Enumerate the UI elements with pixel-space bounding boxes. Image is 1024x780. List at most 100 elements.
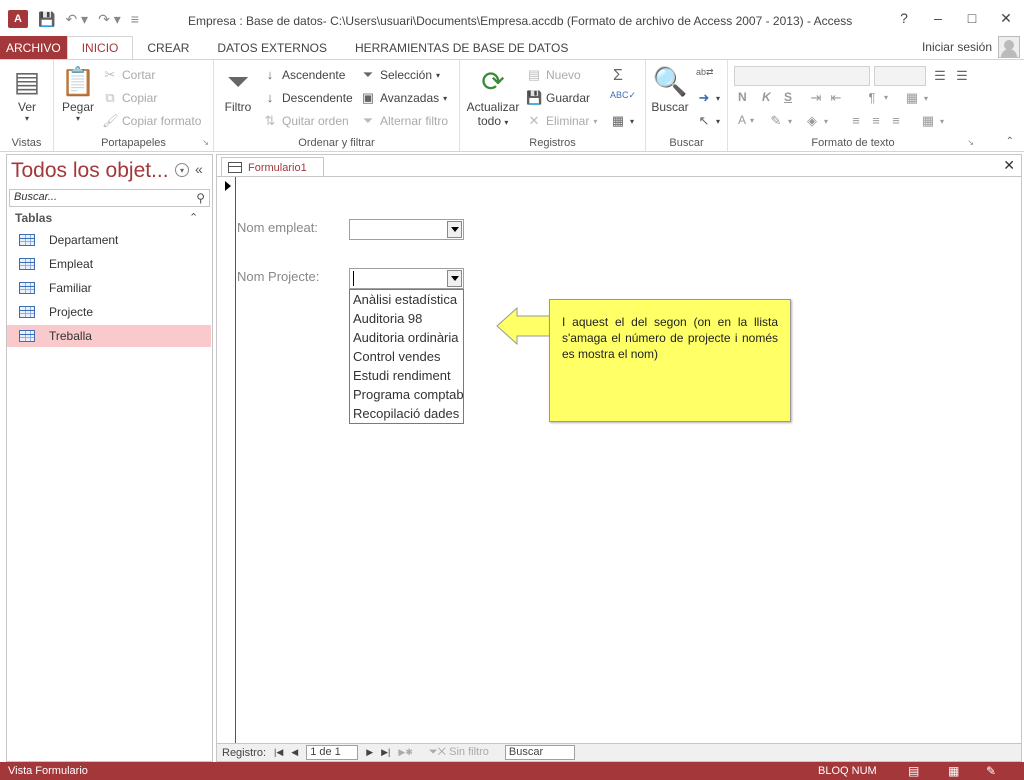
dropdown-option[interactable]: Programa comptable: [350, 385, 463, 404]
customize-qat-icon[interactable]: ≡: [131, 11, 139, 27]
new-record-button[interactable]: ▤ Nuevo: [526, 67, 581, 83]
project-name-combobox[interactable]: [349, 268, 464, 289]
filter-button[interactable]: ⏷ Filtro: [220, 64, 256, 114]
select-button[interactable]: ↖ ▾: [696, 113, 720, 129]
minimize-button[interactable]: –: [932, 10, 944, 27]
navigation-pane: Todos los objet... ▾ « Buscar... ⚲ Tabla…: [6, 154, 213, 762]
search-icon[interactable]: ⚲: [196, 191, 205, 205]
nav-item-empleat[interactable]: Empleat: [7, 253, 211, 275]
design-view-icon[interactable]: ✎: [986, 764, 996, 778]
font-size-select[interactable]: [874, 66, 926, 86]
nav-search-input[interactable]: Buscar... ⚲: [9, 189, 210, 207]
refresh-all-button[interactable]: ⟳ Actualizar todo ▾: [464, 64, 522, 128]
first-record-icon[interactable]: |◀: [274, 747, 283, 758]
alternate-row-color-button[interactable]: ▦ ▾: [920, 113, 944, 129]
new-record-icon[interactable]: ▶✱: [398, 747, 412, 758]
goto-button[interactable]: ➜ ▾: [696, 90, 720, 106]
maximize-button[interactable]: □: [966, 10, 978, 27]
save-icon[interactable]: 💾: [38, 11, 55, 28]
view-button[interactable]: ▤ Ver ▾: [10, 64, 44, 123]
tab-create[interactable]: CREAR: [133, 36, 203, 60]
sort-ascending-button[interactable]: ↓ Ascendente: [262, 67, 346, 82]
bold-button[interactable]: N: [738, 90, 747, 104]
spelling-button[interactable]: ABC✓: [610, 90, 636, 101]
dropdown-option[interactable]: Control vendes: [350, 347, 463, 366]
format-painter-button[interactable]: 🖌 Copiar formato: [102, 113, 201, 129]
sign-in-link[interactable]: Iniciar sesión: [922, 40, 992, 54]
close-document-icon[interactable]: ✕: [1003, 157, 1015, 174]
tab-external-data[interactable]: DATOS EXTERNOS: [203, 36, 341, 60]
nav-item-departament[interactable]: Departament: [7, 229, 211, 251]
dropdown-option[interactable]: Estudi rendiment: [350, 366, 463, 385]
undo-icon[interactable]: ↶ ▾: [65, 11, 88, 28]
font-family-select[interactable]: [734, 66, 870, 86]
find-button[interactable]: 🔍 Buscar: [650, 64, 690, 114]
tab-database-tools[interactable]: HERRAMIENTAS DE BASE DE DATOS: [341, 36, 582, 60]
nav-item-label: Familiar: [49, 281, 92, 295]
dialog-launcher-icon[interactable]: ↘: [967, 138, 974, 147]
nav-item-projecte[interactable]: Projecte: [7, 301, 211, 323]
cut-button[interactable]: ✂ Cortar: [102, 67, 156, 83]
arrow-right-icon: ➜: [698, 90, 710, 105]
collapse-ribbon-icon[interactable]: ⌃: [1006, 136, 1014, 147]
paste-button[interactable]: 📋 Pegar ▾: [60, 64, 96, 123]
nav-item-treballa[interactable]: Treballa: [7, 325, 211, 347]
next-record-icon[interactable]: ▶: [366, 747, 373, 758]
advanced-button[interactable]: ▣ Avanzadas ▾: [360, 90, 447, 106]
numbering-button[interactable]: ☰: [954, 68, 970, 84]
more-button[interactable]: ▦ ▾: [610, 113, 634, 129]
tab-home[interactable]: INICIO: [66, 36, 134, 60]
save-record-button[interactable]: 💾 Guardar: [526, 90, 590, 106]
italic-button[interactable]: K: [762, 90, 771, 104]
dropdown-arrow-icon[interactable]: [447, 221, 462, 238]
dropdown-option[interactable]: Auditoria ordinària: [350, 328, 463, 347]
align-buttons[interactable]: ≡ ≡ ≡: [848, 113, 904, 128]
bullets-button[interactable]: ☰: [932, 68, 948, 84]
dropdown-option[interactable]: Auditoria 98: [350, 309, 463, 328]
dialog-launcher-icon[interactable]: ↘: [202, 138, 209, 147]
tab-file[interactable]: ARCHIVO: [0, 36, 67, 60]
delete-record-button[interactable]: ✕ Eliminar ▾: [526, 113, 598, 129]
fill-color-button[interactable]: ◈ ▾: [804, 113, 828, 129]
nav-item-familiar[interactable]: Familiar: [7, 277, 211, 299]
help-button[interactable]: ?: [898, 10, 910, 27]
dropdown-arrow-icon[interactable]: [447, 270, 462, 287]
last-record-icon[interactable]: ▶|: [381, 747, 390, 758]
record-search-input[interactable]: Buscar: [504, 745, 575, 760]
highlight-button[interactable]: ✎ ▾: [768, 113, 792, 129]
toggle-filter-button[interactable]: ⏷ Alternar filtro: [360, 113, 448, 129]
close-button[interactable]: ✕: [1000, 10, 1012, 27]
redo-icon[interactable]: ↷ ▾: [98, 11, 121, 28]
document-tab-formulario1[interactable]: Formulario1: [221, 157, 324, 177]
current-record-field[interactable]: 1 de 1: [306, 745, 359, 760]
indent-button[interactable]: ⇥ ⇤: [808, 90, 844, 106]
copy-button[interactable]: ⧉ Copiar: [102, 90, 157, 106]
user-avatar-icon[interactable]: [998, 36, 1020, 58]
form-view-icon[interactable]: ▤: [908, 764, 919, 778]
nav-group-tables[interactable]: Tablas: [15, 211, 52, 225]
gridlines-button[interactable]: ▦ ▾: [904, 90, 928, 106]
employee-name-combobox[interactable]: [349, 219, 464, 240]
record-selector-bar[interactable]: [235, 177, 236, 743]
underline-button[interactable]: S: [784, 90, 792, 104]
dropdown-option[interactable]: Recopilació dades: [350, 404, 463, 423]
totals-button[interactable]: Σ: [610, 67, 626, 85]
status-bar: Vista Formulario BLOQ NUM ▤ ▦ ✎: [0, 762, 1024, 780]
selection-button[interactable]: ⏷ Selección ▾: [360, 67, 440, 83]
font-color-button[interactable]: A ▾: [738, 113, 754, 127]
dropdown-option[interactable]: Anàlisi estadística: [350, 290, 463, 309]
previous-record-icon[interactable]: ◀: [291, 747, 298, 758]
shutter-bar-close-icon[interactable]: «: [195, 161, 203, 177]
current-record-arrow-icon: [225, 181, 231, 191]
access-logo-icon[interactable]: A: [8, 10, 28, 28]
datasheet-view-icon[interactable]: ▦: [948, 764, 959, 778]
replace-button[interactable]: ab⇄: [696, 67, 714, 78]
collapse-group-icon[interactable]: ⌃: [189, 211, 198, 224]
no-filter-indicator[interactable]: ⏷✕ Sin filtro: [429, 746, 489, 759]
nav-pane-title[interactable]: Todos los objet...: [11, 159, 169, 183]
nav-menu-dropdown-icon[interactable]: ▾: [175, 163, 189, 177]
paragraph-direction-button[interactable]: ¶ ▾: [864, 90, 889, 105]
table-icon: [19, 330, 35, 342]
sort-descending-button[interactable]: ↓ Descendente: [262, 90, 353, 105]
remove-sort-button[interactable]: ⇅ Quitar orden: [262, 113, 349, 129]
